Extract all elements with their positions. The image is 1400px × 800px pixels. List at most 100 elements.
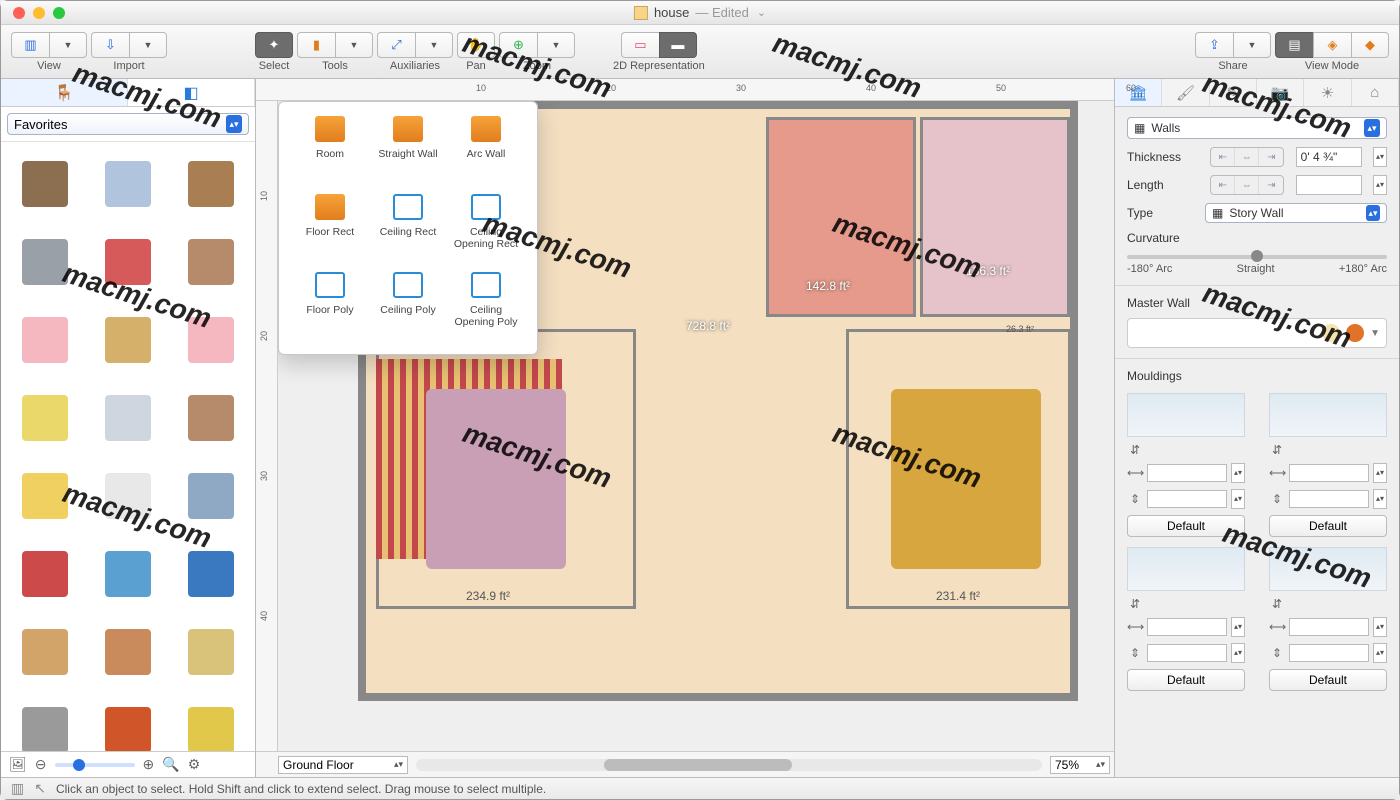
moulding-stepper[interactable]: ▴▾ [1373,463,1387,483]
moulding-stepper[interactable]: ▴▾ [1231,643,1245,663]
thumbnail-size-slider[interactable] [55,763,135,767]
library-item[interactable] [7,304,84,376]
moulding-preview[interactable] [1269,393,1387,437]
moulding-size-input[interactable] [1289,490,1369,508]
library-item[interactable] [172,148,249,220]
library-item[interactable] [172,382,249,454]
chevron-down-icon[interactable]: ⌄ [757,6,766,19]
moulding-size-input[interactable] [1147,644,1227,662]
auxiliaries-dropdown[interactable]: ▼ [415,32,453,58]
moulding-size-input[interactable] [1147,464,1227,482]
inspector-tab-camera[interactable]: 📷 [1257,79,1304,106]
window-title[interactable]: house — Edited ⌄ [634,5,766,20]
tools-popover-item[interactable]: Ceiling Opening Poly [449,272,523,340]
tools-popover-item[interactable]: Ceiling Rect [371,194,445,262]
stepper-icon[interactable]: ⇵ [1269,443,1285,457]
thickness-input[interactable]: 0' 4 ¾" [1296,147,1362,167]
stepper-icon[interactable]: ⇵ [1269,597,1285,611]
share-button[interactable]: ⇪ [1195,32,1233,58]
viewmode-3d-button[interactable]: ◈ [1313,32,1351,58]
library-item[interactable] [172,304,249,376]
library-item[interactable] [172,616,249,688]
zoom-out-icon[interactable]: ⊖ [35,756,47,773]
tools-popover-item[interactable]: Room [293,116,367,184]
moulding-default-button[interactable]: Default [1269,515,1387,537]
moulding-size-input[interactable] [1289,464,1369,482]
moulding-stepper[interactable]: ▴▾ [1373,489,1387,509]
image-mode-icon[interactable]: 🖼 [9,756,27,773]
moulding-stepper[interactable]: ▴▾ [1373,617,1387,637]
library-item[interactable] [90,538,167,610]
library-item[interactable] [90,616,167,688]
rep2d-contour-button[interactable]: ▭ [621,32,659,58]
moulding-stepper[interactable]: ▴▾ [1373,643,1387,663]
moulding-default-button[interactable]: Default [1269,669,1387,691]
zoom-level-select[interactable]: 75% ▴▾ [1050,756,1110,774]
library-item[interactable] [90,226,167,298]
thickness-align-seg[interactable]: ⇤⇔⇥ [1210,147,1284,167]
tools-dropdown[interactable]: ▼ [335,32,373,58]
close-window-icon[interactable] [13,7,25,19]
room-bathroom[interactable] [920,117,1070,317]
inspector-tab-light[interactable]: ☀ [1304,79,1351,106]
library-item[interactable] [90,148,167,220]
select-tool-button[interactable]: ✦ [255,32,293,58]
moulding-stepper[interactable]: ▴▾ [1231,463,1245,483]
settings-gear-icon[interactable]: ⚙ [188,756,201,773]
moulding-size-input[interactable] [1289,618,1369,636]
import-button[interactable]: ⇩ [91,32,129,58]
tools-button[interactable]: ▮ [297,32,335,58]
tools-popover-item[interactable]: Floor Poly [293,272,367,340]
tools-popover-item[interactable]: Ceiling Opening Rect [449,194,523,262]
fullscreen-window-icon[interactable] [53,7,65,19]
library-item[interactable] [90,304,167,376]
zoom-in-icon[interactable]: ⊕ [143,756,155,773]
library-item[interactable] [90,382,167,454]
library-item[interactable] [172,538,249,610]
library-category-select[interactable]: Favorites ▴▾ [7,113,249,135]
viewmode-2d-button[interactable]: ▤ [1275,32,1313,58]
bed-2[interactable] [891,389,1041,569]
library-item[interactable] [90,460,167,532]
library-item[interactable] [7,616,84,688]
layers-icon[interactable]: ▥ [11,780,24,797]
library-item[interactable] [172,226,249,298]
thickness-stepper[interactable]: ▴▾ [1373,147,1387,167]
library-item[interactable] [7,382,84,454]
moulding-preview[interactable] [1127,547,1245,591]
length-stepper[interactable]: ▴▾ [1373,175,1387,195]
library-item[interactable] [90,694,167,751]
zoom-dropdown[interactable]: ▼ [537,32,575,58]
inspector-tab-building[interactable]: 🏛 [1115,79,1162,106]
library-item[interactable] [172,694,249,751]
moulding-default-button[interactable]: Default [1127,669,1245,691]
viewmode-split-button[interactable]: ◆ [1351,32,1389,58]
rep2d-image-button[interactable]: ▬ [659,32,697,58]
library-tab-materials[interactable]: ◧ [128,79,255,106]
moulding-stepper[interactable]: ▴▾ [1231,617,1245,637]
moulding-stepper[interactable]: ▴▾ [1231,489,1245,509]
bed-1[interactable] [426,389,566,569]
view-button[interactable]: ▥ [11,32,49,58]
tools-popover-item[interactable]: Floor Rect [293,194,367,262]
tools-popover-item[interactable]: Arc Wall [449,116,523,184]
moulding-preview[interactable] [1269,547,1387,591]
inspector-tab-object[interactable]: 🖌 [1162,79,1209,106]
tools-popover-item[interactable]: Ceiling Poly [371,272,445,340]
library-item[interactable] [7,694,84,751]
library-item[interactable] [7,538,84,610]
inspector-tab-edit[interactable]: ✎ [1210,79,1257,106]
library-item[interactable] [7,460,84,532]
library-item[interactable] [7,226,84,298]
floor-select[interactable]: Ground Floor ▴▾ [278,756,408,774]
moulding-default-button[interactable]: Default [1127,515,1245,537]
length-input[interactable] [1296,175,1362,195]
floor-plan-canvas[interactable]: 728.8 ft² 142.8 ft² 136.3 ft² 234.9 ft² … [278,101,1114,751]
library-grid-scroll[interactable] [1,142,255,751]
scrollbar-thumb[interactable] [604,759,792,771]
moulding-size-input[interactable] [1147,618,1227,636]
curvature-slider[interactable] [1127,255,1387,259]
library-tab-furniture[interactable]: 🪑 [1,79,128,106]
minimize-window-icon[interactable] [33,7,45,19]
stepper-icon[interactable]: ⇵ [1127,443,1143,457]
